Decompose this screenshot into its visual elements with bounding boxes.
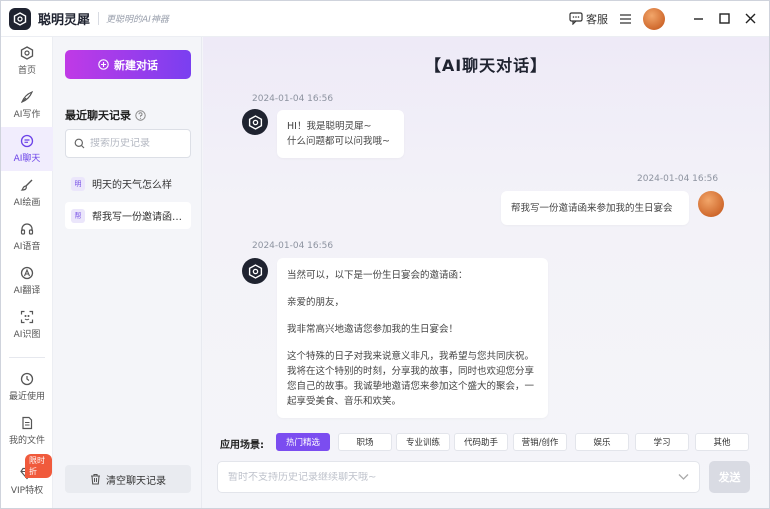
nav-item-label: AI聊天 [13,154,41,164]
scene-tab-workplace[interactable]: 职场 [338,433,392,451]
nav-item-home[interactable]: 首页 [1,39,53,83]
title-bar: 聪明灵犀 更聪明的AI神器 客服 [1,1,769,37]
history-item[interactable]: 帮 帮我写一份邀请函来... [65,202,191,229]
new-chat-label: 新建对话 [114,58,158,72]
message-line: HI！我是聪明灵犀~ [287,121,372,132]
nav-item-ai-voice[interactable]: AI语音 [1,215,53,259]
clear-history-button[interactable]: 清空聊天记录 [65,465,191,493]
nav-item-recent[interactable]: 最近使用 [1,365,53,409]
nav-item-label: AI语音 [13,242,41,252]
send-button[interactable]: 发送 [709,461,750,493]
nav-item-ai-translate[interactable]: AI翻译 [1,259,53,303]
bot-avatar [242,109,268,135]
plus-circle-icon [98,59,109,70]
nav-item-label: AI绘画 [13,198,41,208]
message-paragraph: 这个特殊的日子对我来说意义非凡，我希望与您共同庆祝。我将在这个特别的时刻，分享我… [287,351,535,407]
user-avatar[interactable] [643,7,665,30]
message-line: 什么问题都可以问我哦~ [287,136,390,147]
customer-service-label: 客服 [586,12,608,26]
scene-label: 应用场景: [220,440,264,451]
nav-item-label: 首页 [17,66,36,76]
history-item-chip: 明 [71,176,85,191]
translate-icon [20,266,34,280]
nav-item-label: VIP特权 [10,486,44,496]
chat-bubble-icon [569,12,583,25]
chat-title: 【AI聊天对话】 [424,56,548,75]
message-paragraph: 当然可以，以下是一份生日宴会的邀请函： [287,270,468,281]
chat-area: 【AI聊天对话】 2024-01-04 16:56 HI！我是聪明灵犀~ 什么问… [203,37,769,508]
nav-item-ai-painting[interactable]: AI绘画 [1,171,53,215]
bot-message-bubble: HI！我是聪明灵犀~ 什么问题都可以问我哦~ [277,110,404,158]
history-item-text: 帮我写一份邀请函来... [92,212,188,223]
history-item-chip: 帮 [71,208,85,223]
nav-item-label: AI翻译 [13,286,41,296]
nav-item-label: AI写作 [13,110,41,120]
nav-item-ai-writing[interactable]: AI写作 [1,83,53,127]
nav-rail: 首页 AI写作 AI聊天 AI绘画 AI语音 AI翻译 AI识图 最近使用 我的… [1,37,53,508]
trash-icon [91,473,100,485]
logo-icon [248,263,262,279]
chat-input[interactable] [228,471,678,483]
user-avatar [698,191,724,217]
nav-divider [9,357,45,358]
close-icon [745,13,755,24]
nav-item-my-files[interactable]: 我的文件 [1,409,53,453]
help-icon[interactable] [135,109,146,121]
scan-icon [20,310,34,324]
customer-service-button[interactable]: 客服 [569,11,608,27]
maximize-icon [718,13,730,24]
home-icon [20,46,34,60]
clock-icon [20,372,34,386]
history-section-title: 最近聊天记录 [65,107,146,123]
maximize-button[interactable] [711,1,737,37]
history-search-input[interactable] [90,138,180,149]
scene-tab-study[interactable]: 学习 [635,433,689,451]
search-icon [74,138,85,149]
logo-icon [9,7,31,30]
nav-item-label: 我的文件 [8,436,45,446]
scene-tab-marketing[interactable]: 营销/创作 [513,433,567,451]
brush-icon [20,179,33,191]
logo-icon [248,114,262,130]
nav-item-label: AI识图 [13,330,41,340]
message-paragraph: 亲爱的朋友， [287,297,345,308]
scene-tab-hot[interactable]: 热门精选 [276,433,330,451]
file-icon [22,416,33,430]
pen-icon [20,90,34,104]
scene-tab-code[interactable]: 代码助手 [454,433,508,451]
scene-tab-entertainment[interactable]: 娱乐 [575,433,629,451]
message-timestamp: 2024-01-04 16:56 [252,241,334,251]
user-message-bubble: 帮我写一份邀请函来参加我的生日宴会 [501,191,689,225]
minimize-icon [693,18,703,20]
app-slogan: 更聪明的AI神器 [98,12,169,25]
scene-tab-other[interactable]: 其他 [695,433,749,451]
nav-item-ai-image-recognition[interactable]: AI识图 [1,303,53,347]
nav-item-ai-chat[interactable]: AI聊天 [1,127,53,171]
app-window: 聪明灵犀 更聪明的AI神器 客服 首页 AI写作 AI聊天 AI绘画 AI语音 … [0,0,770,509]
chat-icon [20,134,34,148]
history-search-box[interactable] [65,129,191,158]
vip-promo-badge: 限时折 [25,454,52,478]
close-button[interactable] [737,1,763,37]
message-paragraph: 我非常高兴地邀请您参加我的生日宴会！ [287,324,459,335]
bot-message-bubble: 当然可以，以下是一份生日宴会的邀请函： 亲爱的朋友， 我非常高兴地邀请您参加我的… [277,258,548,418]
app-name: 聪明灵犀 [38,13,91,28]
history-title-text: 最近聊天记录 [65,109,131,122]
history-panel: 新建对话 最近聊天记录 明 明天的天气怎么样 帮 帮我写一份邀请函来... 清空… [54,37,202,508]
menu-icon[interactable] [620,13,631,24]
nav-item-label: 最近使用 [8,392,45,402]
message-timestamp: 2024-01-04 16:56 [637,174,719,184]
bot-avatar [242,258,268,284]
history-item[interactable]: 明 明天的天气怎么样 [65,170,191,197]
clear-history-label: 清空聊天记录 [106,475,166,487]
message-timestamp: 2024-01-04 16:56 [252,94,334,104]
new-chat-button[interactable]: 新建对话 [65,50,191,79]
chevron-down-icon[interactable] [678,473,689,481]
scene-tab-professional[interactable]: 专业训练 [396,433,450,451]
minimize-button[interactable] [685,1,711,37]
chat-input-box[interactable] [217,461,700,493]
headphone-icon [20,223,34,235]
message-line: 帮我写一份邀请函来参加我的生日宴会 [511,203,673,214]
history-item-text: 明天的天气怎么样 [92,180,172,191]
